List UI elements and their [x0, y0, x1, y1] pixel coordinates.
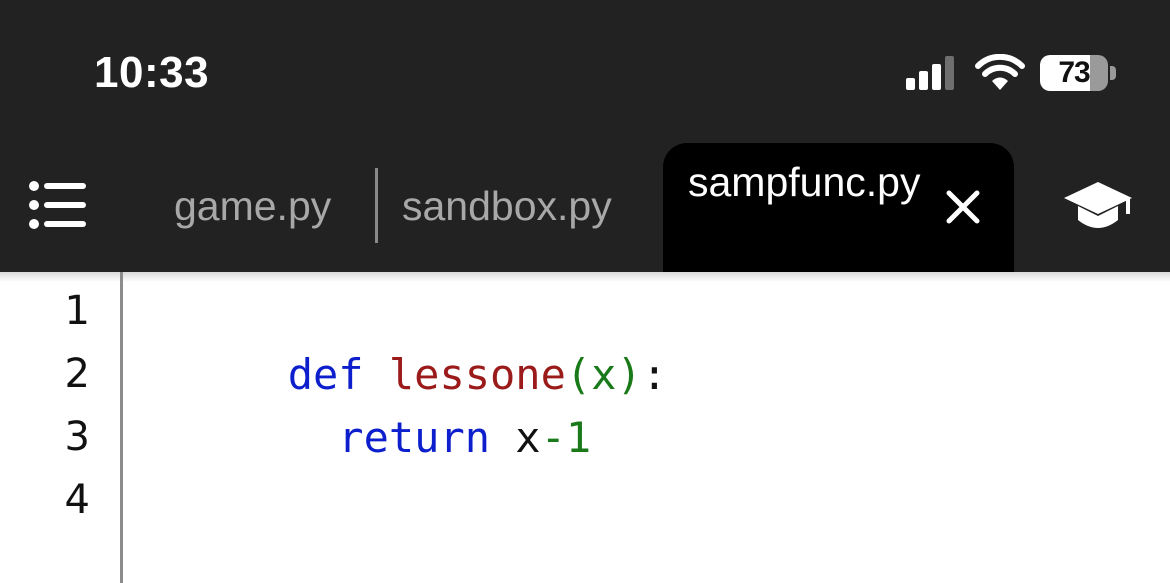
line-number: 3: [64, 414, 90, 460]
tab-divider: [375, 168, 378, 243]
code-area[interactable]: def lessone(x): return x-1: [136, 280, 667, 532]
status-time: 10:33: [94, 48, 210, 97]
battery-tip: [1110, 66, 1116, 80]
battery-level: 73: [1058, 56, 1090, 89]
code-line: def lessone(x):: [136, 280, 667, 399]
code-function-name: lessone: [388, 350, 566, 399]
line-number: 4: [64, 477, 90, 523]
graduation-cap-icon[interactable]: [1062, 178, 1134, 236]
active-tab-label: sampfunc.py: [688, 159, 921, 205]
close-icon[interactable]: [943, 187, 983, 227]
code-editor[interactable]: 1 2 3 4 def lessone(x): return x-1: [0, 272, 1170, 583]
code-token: x: [490, 413, 541, 462]
tab-bar: game.py sandbox.py sampfunc.py: [0, 140, 1170, 272]
line-number-gutter: 1 2 3 4: [0, 272, 120, 583]
list-icon[interactable]: [28, 180, 90, 230]
code-token: :: [641, 350, 668, 399]
code-operator: -: [540, 413, 566, 462]
battery-icon: 73: [1040, 55, 1118, 93]
battery-body: 73: [1040, 55, 1108, 91]
gutter-divider: [120, 272, 123, 583]
code-keyword: return: [338, 413, 491, 462]
status-bar: 10:33 73: [0, 0, 1170, 140]
code-keyword: def: [287, 350, 364, 399]
wifi-icon: [975, 54, 1025, 90]
line-number: 2: [64, 351, 90, 397]
cellular-signal-icon: [906, 56, 954, 90]
code-parameters: (x): [565, 350, 642, 399]
code-number: 1: [565, 413, 592, 462]
tab-sandbox-py[interactable]: sandbox.py: [402, 140, 612, 272]
line-number: 1: [64, 288, 90, 334]
tab-game-py[interactable]: game.py: [174, 140, 331, 272]
tab-sampfunc-py[interactable]: sampfunc.py: [663, 143, 1014, 272]
